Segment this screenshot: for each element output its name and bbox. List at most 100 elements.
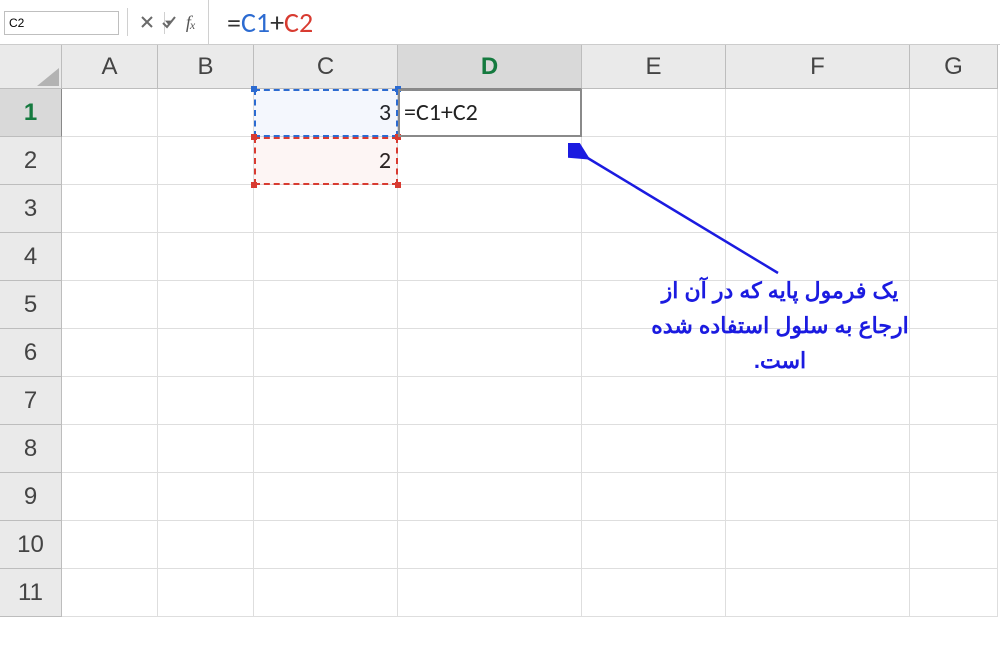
cell-c1[interactable]: 3: [254, 89, 398, 137]
cell-g8[interactable]: [910, 425, 998, 473]
cell-a9[interactable]: [62, 473, 158, 521]
cell-a10[interactable]: [62, 521, 158, 569]
cell-b5[interactable]: [158, 281, 254, 329]
cell-e3[interactable]: [582, 185, 726, 233]
cell-g9[interactable]: [910, 473, 998, 521]
name-box[interactable]: [4, 11, 119, 35]
cell-f10[interactable]: [726, 521, 910, 569]
row-header-1[interactable]: 1: [0, 89, 62, 137]
cell-d1[interactable]: =C1+C2: [398, 89, 582, 137]
cell-c9[interactable]: [254, 473, 398, 521]
cell-d9[interactable]: [398, 473, 582, 521]
cell-b6[interactable]: [158, 329, 254, 377]
cell-c8[interactable]: [254, 425, 398, 473]
cell-d7[interactable]: [398, 377, 582, 425]
cell-g11[interactable]: [910, 569, 998, 617]
cell-e1[interactable]: [582, 89, 726, 137]
cell-c3[interactable]: [254, 185, 398, 233]
cell-b11[interactable]: [158, 569, 254, 617]
row-header-10[interactable]: 10: [0, 521, 62, 569]
cell-a1[interactable]: [62, 89, 158, 137]
cell-g1[interactable]: [910, 89, 998, 137]
cell-g5[interactable]: [910, 281, 998, 329]
row-header-4[interactable]: 4: [0, 233, 62, 281]
cell-f9[interactable]: [726, 473, 910, 521]
cell-e7[interactable]: [582, 377, 726, 425]
cell-c6[interactable]: [254, 329, 398, 377]
column-header-e[interactable]: E: [582, 45, 726, 89]
column-header-b[interactable]: B: [158, 45, 254, 89]
row-header-6[interactable]: 6: [0, 329, 62, 377]
cell-c5[interactable]: [254, 281, 398, 329]
cell-b10[interactable]: [158, 521, 254, 569]
cell-b3[interactable]: [158, 185, 254, 233]
grid-row: 10: [0, 521, 1000, 569]
cell-c11[interactable]: [254, 569, 398, 617]
cell-d3[interactable]: [398, 185, 582, 233]
column-header-d[interactable]: D: [398, 45, 582, 89]
cell-c10[interactable]: [254, 521, 398, 569]
row-header-11[interactable]: 11: [0, 569, 62, 617]
cell-d5[interactable]: [398, 281, 582, 329]
cell-g3[interactable]: [910, 185, 998, 233]
cell-g4[interactable]: [910, 233, 998, 281]
row-header-9[interactable]: 9: [0, 473, 62, 521]
cell-b8[interactable]: [158, 425, 254, 473]
cell-f11[interactable]: [726, 569, 910, 617]
cell-d4[interactable]: [398, 233, 582, 281]
cell-f3[interactable]: [726, 185, 910, 233]
formula-eq: =: [227, 5, 241, 40]
cell-c2[interactable]: 2: [254, 137, 398, 185]
cell-d10[interactable]: [398, 521, 582, 569]
cell-g6[interactable]: [910, 329, 998, 377]
cell-f2[interactable]: [726, 137, 910, 185]
cell-b7[interactable]: [158, 377, 254, 425]
cell-e11[interactable]: [582, 569, 726, 617]
cancel-icon[interactable]: [136, 11, 158, 33]
cell-e8[interactable]: [582, 425, 726, 473]
cell-a11[interactable]: [62, 569, 158, 617]
column-header-a[interactable]: A: [62, 45, 158, 89]
cell-e10[interactable]: [582, 521, 726, 569]
cell-c4[interactable]: [254, 233, 398, 281]
select-all-corner[interactable]: [0, 45, 62, 89]
cell-a5[interactable]: [62, 281, 158, 329]
cell-a2[interactable]: [62, 137, 158, 185]
column-header-g[interactable]: G: [910, 45, 998, 89]
cell-a6[interactable]: [62, 329, 158, 377]
cell-b4[interactable]: [158, 233, 254, 281]
cell-d8[interactable]: [398, 425, 582, 473]
row-header-3[interactable]: 3: [0, 185, 62, 233]
cell-a4[interactable]: [62, 233, 158, 281]
grid-row: 11: [0, 569, 1000, 617]
fx-icon[interactable]: fx: [180, 11, 202, 33]
row-header-5[interactable]: 5: [0, 281, 62, 329]
cell-c7[interactable]: [254, 377, 398, 425]
cell-d2[interactable]: [398, 137, 582, 185]
cell-d6[interactable]: [398, 329, 582, 377]
enter-icon[interactable]: [158, 11, 180, 33]
column-header-c[interactable]: C: [254, 45, 398, 89]
row-header-2[interactable]: 2: [0, 137, 62, 185]
cell-e9[interactable]: [582, 473, 726, 521]
column-header-row: A B C D E F G: [0, 45, 1000, 89]
cell-a8[interactable]: [62, 425, 158, 473]
row-header-7[interactable]: 7: [0, 377, 62, 425]
cell-e2[interactable]: [582, 137, 726, 185]
cell-d11[interactable]: [398, 569, 582, 617]
cell-g10[interactable]: [910, 521, 998, 569]
formula-input[interactable]: =C1+C2: [215, 0, 1000, 44]
grid-row: 1 3 =C1+C2: [0, 89, 1000, 137]
cell-f7[interactable]: [726, 377, 910, 425]
column-header-f[interactable]: F: [726, 45, 910, 89]
cell-a7[interactable]: [62, 377, 158, 425]
cell-b9[interactable]: [158, 473, 254, 521]
row-header-8[interactable]: 8: [0, 425, 62, 473]
cell-a3[interactable]: [62, 185, 158, 233]
cell-f1[interactable]: [726, 89, 910, 137]
cell-b2[interactable]: [158, 137, 254, 185]
cell-g7[interactable]: [910, 377, 998, 425]
cell-b1[interactable]: [158, 89, 254, 137]
cell-g2[interactable]: [910, 137, 998, 185]
cell-f8[interactable]: [726, 425, 910, 473]
